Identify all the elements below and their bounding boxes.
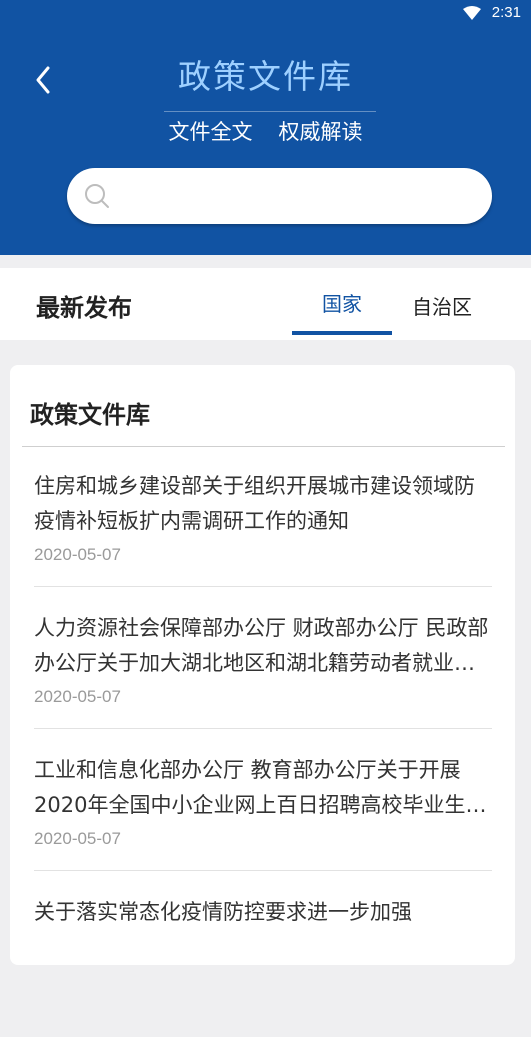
page-title: 政策文件库 xyxy=(178,57,353,96)
article-title: 人力资源社会保障部办公厅 财政部办公厅 民政部办公厅关于加大湖北地区和湖北籍劳动… xyxy=(34,616,489,675)
header-tabs: 文件全文 权威解读 xyxy=(0,116,531,146)
tab-national[interactable]: 国家 xyxy=(292,288,392,317)
title-divider xyxy=(164,111,376,112)
article-title: 工业和信息化部办公厅 教育部办公厅关于开展2020年全国中小企业网上百日招聘高校… xyxy=(34,758,487,817)
article-date: 2020-05-07 xyxy=(34,829,121,848)
status-time: 2:31 xyxy=(491,4,521,21)
latest-release-label: 最新发布 xyxy=(36,294,132,322)
tab-autonomous-region[interactable]: 自治区 xyxy=(392,291,492,320)
search-input[interactable] xyxy=(123,178,477,216)
article-title: 住房和城乡建设部关于组织开展城市建设领域防疫情补短板扩内需调研工作的通知 xyxy=(34,474,475,533)
card-title: 政策文件库 xyxy=(30,401,150,429)
article-date: 2020-05-07 xyxy=(34,687,121,706)
card-divider xyxy=(22,446,505,447)
tab-full-text[interactable]: 文件全文 xyxy=(169,116,253,146)
list-item[interactable]: 工业和信息化部办公厅 教育部办公厅关于开展2020年全国中小企业网上百日招聘高校… xyxy=(34,753,492,895)
list-item[interactable]: 住房和城乡建设部关于组织开展城市建设领域防疫情补短板扩内需调研工作的通知 202… xyxy=(34,469,492,611)
wifi-icon xyxy=(463,6,481,20)
divider xyxy=(34,870,492,871)
article-date: 2020-05-07 xyxy=(34,545,121,564)
divider xyxy=(34,586,492,587)
tab-interpretation[interactable]: 权威解读 xyxy=(279,116,363,146)
policy-card: 政策文件库 住房和城乡建设部关于组织开展城市建设领域防疫情补短板扩内需调研工作的… xyxy=(10,365,515,965)
list-item[interactable]: 关于落实常态化疫情防控要求进一步加强 xyxy=(34,895,492,1037)
tab-bar: 最新发布 国家 自治区 xyxy=(0,268,531,340)
header: 2:31 政策文件库 文件全文 权威解读 xyxy=(0,0,531,255)
search-bar[interactable] xyxy=(67,168,492,224)
article-title: 关于落实常态化疫情防控要求进一步加强 xyxy=(34,900,412,924)
search-icon xyxy=(85,184,109,208)
list-item[interactable]: 人力资源社会保障部办公厅 财政部办公厅 民政部办公厅关于加大湖北地区和湖北籍劳动… xyxy=(34,611,492,753)
tab-indicator xyxy=(292,331,392,335)
divider xyxy=(34,728,492,729)
